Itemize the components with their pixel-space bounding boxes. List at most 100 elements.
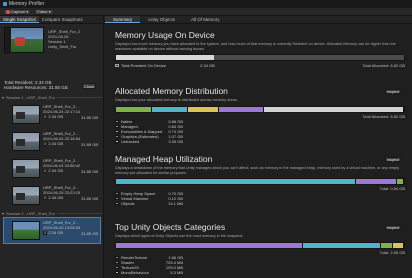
chevron-down-icon: ▾	[26, 9, 29, 14]
legend-row: Total Resident On Device 2.34 GB	[115, 63, 215, 68]
legend-swatch	[115, 139, 119, 143]
section-description: Displays which types of Unity Objects us…	[115, 234, 244, 238]
snapshot-list-item[interactable]: URP_Shell_Fur_2... 2024-06-24 22:17:14 0…	[4, 102, 100, 127]
snapshot-memory-info: Total Resident: 2.34 GB Hardware Resourc…	[4, 80, 68, 90]
chevron-down-icon: ▾	[2, 94, 5, 100]
allocated-remaining-segment[interactable]	[213, 55, 404, 61]
top-objects-bar[interactable]	[115, 241, 405, 249]
memory-usage-bar[interactable]	[115, 54, 405, 62]
snapshot-item-hardware: 31.85 GB	[81, 142, 98, 147]
tab-compare-snapshots[interactable]: Compare Snapshots	[39, 16, 86, 23]
legend-label: MonoBehaviour	[121, 269, 150, 275]
legend-label: Total Resident On Device	[121, 63, 167, 69]
chevron-down-icon: ▾	[2, 210, 5, 216]
analysis-tabs: Summary Unity Objects All Of Memory	[105, 16, 412, 24]
legend-row[interactable]: Objects 14.1 MB	[115, 201, 405, 206]
session-header[interactable]: ▾ Session 2 - URP_Shell_Fur	[2, 210, 102, 216]
snapshot-thumbnail	[12, 186, 40, 205]
tab-single-snapshot[interactable]: Single Snapshot	[0, 16, 39, 23]
legend-swatch	[115, 134, 119, 138]
allocated-legend: Native 0.86 GB Managed 0.84 GB Executables &…	[115, 119, 405, 144]
inspect-button[interactable]: Inspect	[385, 225, 401, 230]
top-objects-legend: RenderTexture 1.66 GB Shader 703.4 MB Textur…	[115, 255, 405, 275]
bar-segment[interactable]	[116, 242, 304, 248]
snapshot-list-item[interactable]: URP_Shell_Fur_2... 2024-06-24 22:18:54 0…	[4, 129, 100, 154]
managed-heap-bar[interactable]	[115, 178, 405, 186]
window-title: Memory Profiler	[9, 1, 45, 7]
bar-segment[interactable]	[187, 106, 219, 112]
snapshot-item-hardware: 31.85 GB	[81, 196, 98, 201]
legend-label: Untracked	[121, 138, 140, 144]
snapshot-item-tag: 0	[43, 167, 48, 174]
section-title: Managed Heap Utilization	[115, 154, 213, 164]
legend-row[interactable]: Untracked 3.30 GB	[115, 139, 405, 144]
tab-all-of-memory[interactable]: All Of Memory	[183, 16, 228, 23]
snapshot-item-size: 2.34 GB	[48, 113, 64, 119]
bar-segment[interactable]	[264, 106, 404, 112]
section-description: Displays how much memory you have alloca…	[115, 42, 396, 51]
bar-segment[interactable]	[381, 242, 394, 248]
snapshot-item-hardware: 31.85 GB	[81, 169, 98, 174]
legend-swatch	[115, 119, 119, 123]
inspect-button[interactable]: Inspect	[385, 157, 401, 162]
legend-swatch	[115, 270, 119, 274]
legend-swatch	[115, 124, 119, 128]
legend-swatch	[115, 255, 119, 259]
section-title: Allocated Memory Distribution	[115, 86, 228, 96]
chevron-down-icon: ▾	[48, 9, 51, 14]
tab-unity-objects[interactable]: Unity Objects	[140, 16, 183, 23]
target-editor-dropdown[interactable]: Editor ▾	[34, 8, 54, 15]
capture-button[interactable]: Capture ▾	[3, 8, 32, 15]
managed-heap-section: Managed Heap Utilization Inspect Display…	[115, 154, 405, 206]
bar-segment[interactable]	[393, 242, 404, 248]
legend-swatch	[115, 202, 119, 206]
bar-segment[interactable]	[218, 106, 264, 112]
session-label: Session 1 - URP_Shell_Fur	[6, 94, 55, 100]
snapshot-project: Unity_Shell_Fur	[48, 44, 77, 49]
legend-value: 5.3 MB	[170, 269, 183, 275]
close-snapshot-button[interactable]: Close	[82, 83, 96, 89]
snapshot-list-item[interactable]: URP_Shell_Fur_2... 2024-06-24 23:58:42 0…	[4, 156, 100, 181]
snapshot-item-tag: 0	[43, 140, 48, 147]
top-objects-section: Top Unity Objects Categories Inspect Dis…	[115, 222, 405, 275]
allocated-distribution-bar[interactable]	[115, 105, 405, 113]
capture-label: Capture	[11, 9, 26, 14]
snapshot-thumbnail	[12, 159, 40, 178]
window-titlebar: Memory Profiler	[0, 0, 412, 8]
snapshot-item-tag: 0	[43, 229, 48, 236]
bar-segment[interactable]	[397, 179, 404, 185]
inspect-button[interactable]: Inspect	[385, 89, 401, 94]
snapshot-screenshot	[4, 27, 44, 54]
snapshot-mode-tabs: Single Snapshot Compare Snapshots	[0, 16, 103, 24]
selected-snapshot-preview: URP_Shell_Fur_2 2024-06-26 Session 1 Uni…	[4, 27, 100, 90]
snapshot-item-tag: 0	[43, 194, 48, 201]
managed-heap-legend: Empty Heap Space 0.70 GB Virtual Machine 0.…	[115, 191, 405, 206]
bar-segment[interactable]	[152, 106, 188, 112]
snapshot-panel: Single Snapshot Compare Snapshots URP_Sh…	[0, 16, 104, 278]
snapshot-item-hardware: 31.85 GB	[81, 231, 98, 236]
bar-segment[interactable]	[116, 106, 153, 112]
session-header[interactable]: ▾ Session 1 - URP_Shell_Fur	[2, 94, 102, 100]
legend-swatch	[115, 260, 119, 264]
snapshot-thumbnail	[12, 132, 40, 151]
bar-segment[interactable]	[303, 242, 382, 248]
tab-summary[interactable]: Summary	[105, 16, 141, 23]
legend-swatch	[115, 197, 119, 201]
snapshot-info: URP_Shell_Fur_2 2024-06-26 Session 1 Uni…	[48, 29, 80, 49]
snapshot-item-size: 2.34 GB	[48, 194, 64, 200]
section-title: Memory Usage On Device	[115, 30, 215, 40]
hardware-resources: Hardware Resources: 31.85 GB	[4, 85, 68, 90]
section-description: Displays a breakdown of the memory that …	[115, 166, 400, 175]
snapshot-list-item-selected[interactable]: URP_Shell_Fur_2... 2024-06-26 13:08:53 0…	[3, 217, 101, 244]
resident-segment[interactable]	[116, 55, 214, 61]
bar-segment[interactable]	[116, 179, 356, 185]
legend-row[interactable]: MonoBehaviour 5.3 MB	[115, 270, 405, 275]
section-description: Displays how your allocated memory is di…	[115, 98, 238, 102]
legend-value: 2.34 GB	[200, 63, 215, 69]
bar-segment[interactable]	[355, 179, 398, 185]
snapshot-list-item[interactable]: URP_Shell_Fur_2... 2024-06-25 23:23:15 0…	[4, 183, 100, 208]
snapshot-item-tag: 0	[43, 113, 48, 120]
snapshot-item-size: 2.34 GB	[48, 229, 64, 235]
summary-panel: Summary Unity Objects All Of Memory Memo…	[105, 16, 412, 278]
snapshot-item-size: 2.34 GB	[48, 167, 64, 173]
